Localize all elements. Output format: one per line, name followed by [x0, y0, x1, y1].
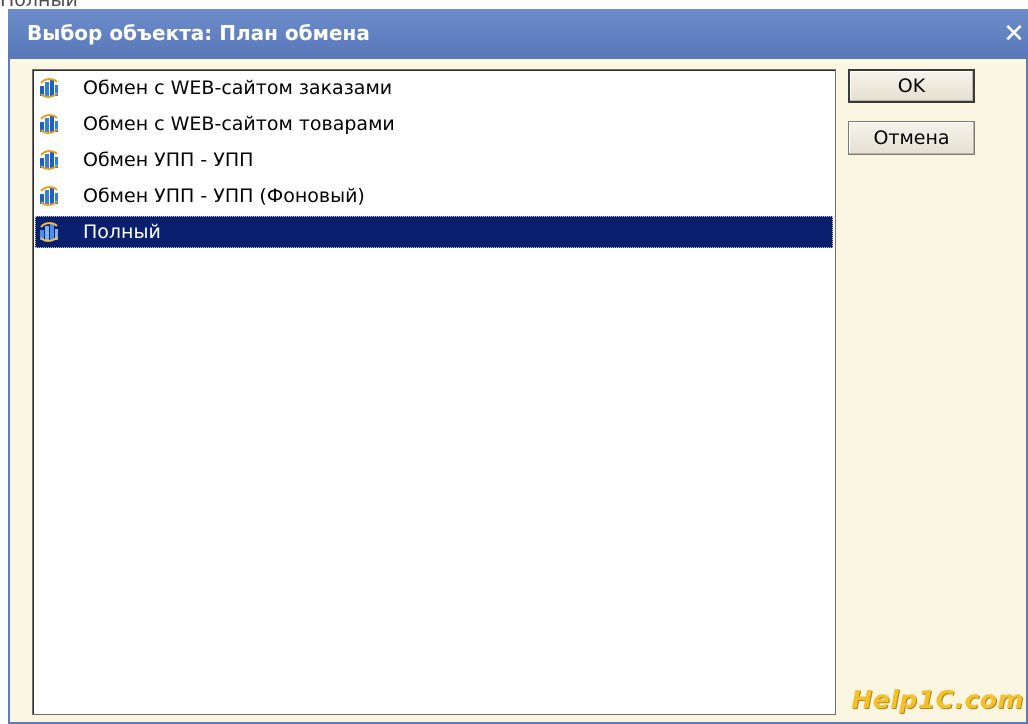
- exchange-plan-list[interactable]: Обмен с WEB-сайтом заказами Обмен с WEB-…: [32, 69, 836, 715]
- dialog-title: Выбор объекта: План обмена: [27, 21, 370, 45]
- list-item-label: Обмен УПП - УПП: [83, 149, 254, 171]
- list-item-label: Обмен УПП - УПП (Фоновый): [83, 185, 365, 207]
- list-item[interactable]: Обмен с WEB-сайтом товарами: [35, 108, 833, 140]
- list-item-label: Полный: [83, 221, 161, 243]
- exchange-plan-icon: [40, 114, 58, 134]
- help1c-watermark-logo: Help1C.com: [851, 685, 1024, 714]
- list-item-label: Обмен с WEB-сайтом товарами: [83, 113, 395, 135]
- list-item[interactable]: Обмен УПП - УПП (Фоновый): [35, 180, 833, 212]
- close-button[interactable]: ✕: [1000, 17, 1028, 51]
- select-object-dialog: Выбор объекта: План обмена ✕ Обмен с WEB…: [8, 9, 1028, 724]
- cancel-button[interactable]: Отмена: [848, 121, 975, 155]
- ok-button[interactable]: OK: [848, 69, 975, 103]
- dialog-client-area: Обмен с WEB-сайтом заказами Обмен с WEB-…: [10, 59, 1026, 722]
- list-item[interactable]: Обмен УПП - УПП: [35, 144, 833, 176]
- list-item[interactable]: Обмен с WEB-сайтом заказами: [35, 72, 833, 104]
- list-item-label: Обмен с WEB-сайтом заказами: [83, 77, 393, 99]
- exchange-plan-icon: [40, 78, 58, 98]
- background-caption: Полный: [0, 0, 78, 9]
- dialog-titlebar[interactable]: Выбор объекта: План обмена ✕: [8, 9, 1028, 59]
- exchange-plan-icon: [40, 150, 58, 170]
- exchange-plan-icon: [40, 222, 58, 242]
- background-caption-strip: Полный: [0, 0, 1028, 9]
- list-item-selected[interactable]: Полный: [35, 216, 833, 248]
- exchange-plan-icon: [40, 186, 58, 206]
